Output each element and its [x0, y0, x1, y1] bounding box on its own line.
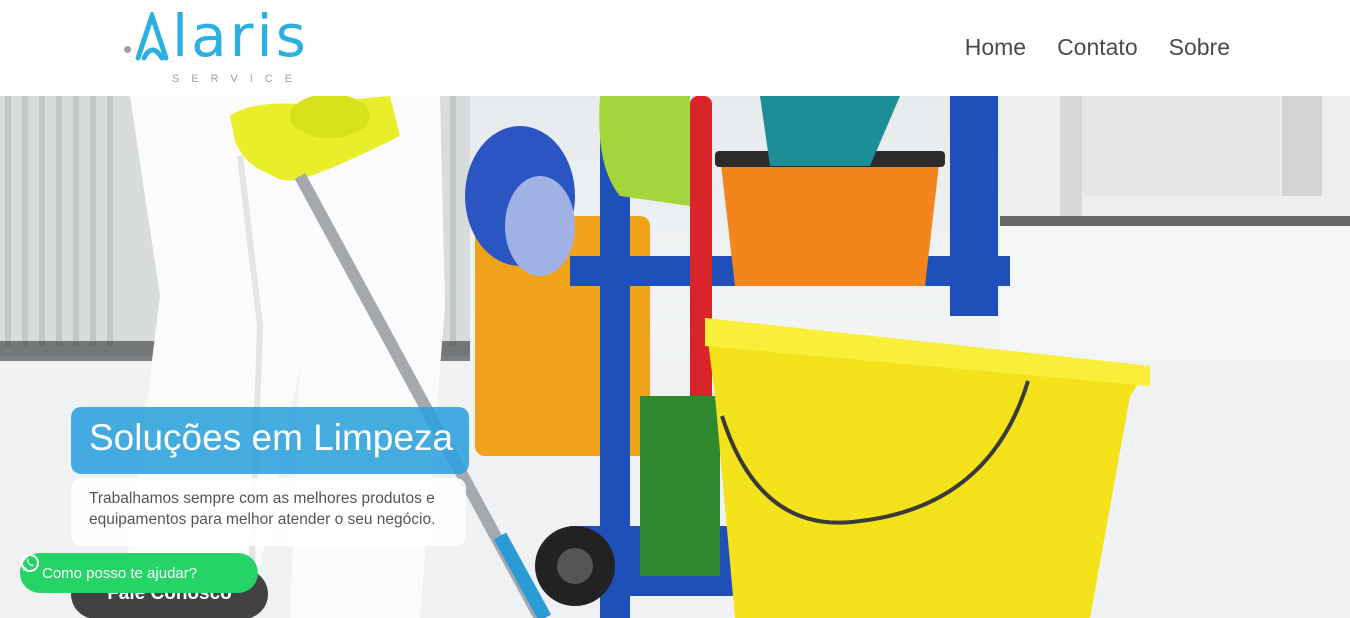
hero-banner: Soluções em Limpeza Trabalhamos sempre c…	[0, 96, 1350, 618]
main-nav: Home Contato Sobre	[965, 34, 1230, 61]
whatsapp-chat-label: Como posso te ajudar?	[42, 564, 198, 582]
hero-title-box: Soluções em Limpeza	[71, 407, 469, 474]
nav-item-contato[interactable]: Contato	[1057, 34, 1138, 61]
nav-item-home[interactable]: Home	[965, 34, 1026, 61]
whatsapp-chat-button[interactable]: Como posso te ajudar?	[20, 553, 258, 593]
nav-item-sobre[interactable]: Sobre	[1169, 34, 1230, 61]
hero-description: Trabalhamos sempre com as melhores produ…	[89, 490, 436, 528]
logo-dot	[124, 46, 131, 53]
logo-a-glyph	[135, 12, 169, 61]
logo-wordmark: laris	[132, 4, 309, 68]
hero-description-box: Trabalhamos sempre com as melhores produ…	[71, 478, 466, 546]
site-header: laris SERVICE Home Contato Sobre	[0, 0, 1350, 96]
brand-logo[interactable]: laris SERVICE	[124, 4, 344, 90]
whatsapp-icon	[21, 554, 39, 572]
hero-title: Soluções em Limpeza	[89, 417, 454, 458]
logo-text: laris	[172, 2, 309, 70]
logo-tagline: SERVICE	[172, 73, 305, 85]
